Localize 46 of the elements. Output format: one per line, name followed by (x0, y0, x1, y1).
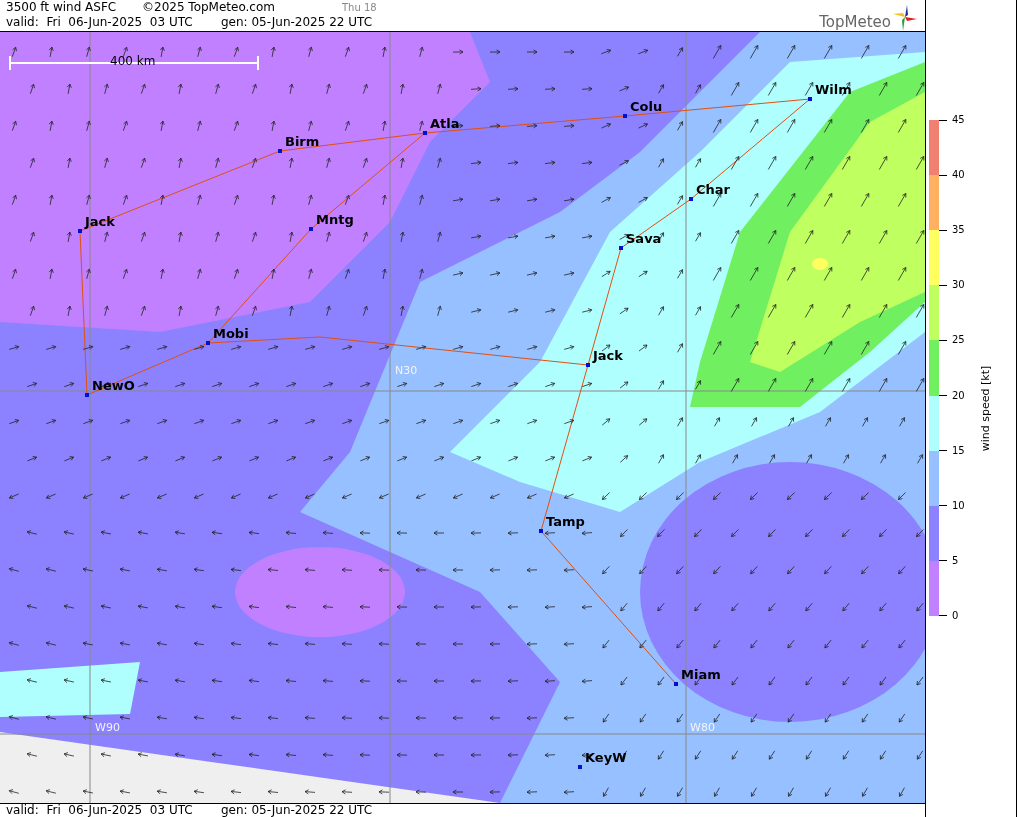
generated-time: gen: 05-Jun-2025 22 UTC (221, 15, 373, 30)
valid-time: valid: Fri 06-Jun-2025 03 UTC (6, 15, 194, 30)
city-label: Tamp (546, 514, 585, 529)
city-label: KeyW (585, 750, 627, 765)
city-marker (423, 131, 427, 135)
logo-text: TopMeteo (819, 13, 891, 31)
city-marker (808, 97, 812, 101)
scale-tick-label: 10 (939, 498, 965, 513)
scale-tick-label: 0 (939, 609, 965, 623)
city-label: Colu (630, 99, 663, 114)
city-marker (674, 682, 678, 686)
city-label: Wilm (815, 82, 852, 97)
grid-label: N30 (395, 364, 418, 377)
city-label: Atla (430, 116, 460, 131)
city-marker (539, 529, 543, 533)
city-marker (586, 363, 590, 367)
scale-tick-label: 20 (939, 388, 965, 403)
city-marker (689, 197, 693, 201)
map-title: 3500 ft wind ASFC (6, 0, 118, 15)
generated-time: gen: 05-Jun-2025 22 UTC (221, 804, 373, 817)
copyright-text: ©2025 TopMeteo.com (142, 0, 276, 15)
scale-tick-label: 15 (939, 443, 965, 458)
city-marker (78, 229, 82, 233)
valid-time: valid: Fri 06-Jun-2025 03 UTC (6, 804, 194, 817)
city-label: Jack (593, 348, 623, 363)
scale-tick-label: 45 (939, 113, 965, 127)
city-marker (309, 227, 313, 231)
day-label: Thu 18 (342, 1, 377, 15)
scale-tick-label: 25 (939, 333, 965, 348)
city-marker (85, 393, 89, 397)
grid-label: W80 (690, 721, 715, 734)
scale-tick-label: 35 (939, 223, 965, 238)
legend-title: wind speed [kt] (979, 365, 992, 452)
scale-tick-label: 30 (939, 278, 965, 293)
grid-label: W90 (95, 721, 120, 734)
city-marker (578, 765, 582, 769)
scale-label: 400 km (110, 54, 156, 68)
city-marker (619, 246, 623, 250)
city-label: Miam (681, 667, 721, 682)
city-label: Birm (285, 134, 320, 149)
city-marker (623, 114, 627, 118)
scale-tick-label: 5 (939, 553, 965, 568)
scale-tick-label: 40 (939, 168, 965, 183)
city-marker (206, 341, 210, 345)
city-label: Mobi (213, 326, 249, 341)
city-marker (278, 149, 282, 153)
